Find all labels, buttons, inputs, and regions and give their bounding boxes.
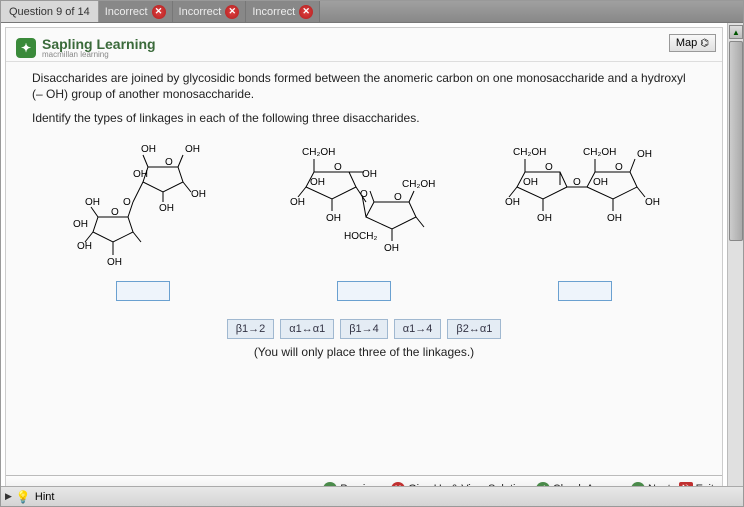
answer-tile[interactable]: β1→2 bbox=[227, 319, 275, 339]
drop-slot-3[interactable] bbox=[558, 281, 612, 301]
app-frame: Question 9 of 14 Incorrect ✕ Incorrect ✕… bbox=[0, 0, 744, 507]
svg-text:OH: OH bbox=[191, 189, 206, 200]
expand-arrow-icon: ▶ bbox=[5, 491, 12, 502]
tiles-note: (You will only place three of the linkag… bbox=[32, 345, 696, 359]
lightbulb-icon: 💡 bbox=[16, 490, 31, 504]
answer-tile[interactable]: β2↔α1 bbox=[447, 319, 501, 339]
svg-text:OH: OH bbox=[326, 213, 341, 224]
x-icon: ✕ bbox=[299, 5, 313, 19]
question-body: Disaccharides are joined by glycosidic b… bbox=[6, 62, 722, 377]
svg-text:O: O bbox=[360, 189, 368, 200]
svg-text:O: O bbox=[111, 207, 119, 218]
attempt-tab-2[interactable]: Incorrect ✕ bbox=[173, 1, 247, 22]
main-area: Map ⌬ ✦ Sapling Learning macmillan learn… bbox=[1, 23, 743, 506]
disaccharide-diagram-1: OH OH O OH OH OH O OH OH OH OH O bbox=[63, 137, 223, 267]
question-counter-label: Question 9 of 14 bbox=[9, 6, 90, 18]
sitemap-icon: ⌬ bbox=[700, 38, 709, 49]
svg-text:CH₂OH: CH₂OH bbox=[302, 147, 335, 158]
hint-label: Hint bbox=[35, 491, 55, 503]
svg-text:OH: OH bbox=[141, 144, 156, 155]
brand-text-block: Sapling Learning macmillan learning bbox=[42, 36, 156, 59]
attempt-label-3: Incorrect bbox=[252, 6, 295, 18]
svg-text:OH: OH bbox=[593, 177, 608, 188]
question-counter-tab[interactable]: Question 9 of 14 bbox=[1, 1, 99, 22]
svg-text:OH: OH bbox=[85, 197, 100, 208]
svg-text:O: O bbox=[573, 177, 581, 188]
svg-text:CH₂OH: CH₂OH bbox=[402, 179, 435, 190]
svg-text:OH: OH bbox=[159, 203, 174, 214]
svg-text:OH: OH bbox=[185, 144, 200, 155]
answer-tile[interactable]: α1↔α1 bbox=[280, 319, 334, 339]
scroll-up-arrow-icon[interactable]: ▲ bbox=[729, 25, 743, 39]
content-pane: Map ⌬ ✦ Sapling Learning macmillan learn… bbox=[5, 27, 723, 502]
hint-bar[interactable]: ▶ 💡 Hint bbox=[1, 486, 743, 506]
svg-text:CH₂OH: CH₂OH bbox=[513, 147, 546, 158]
svg-text:OH: OH bbox=[637, 149, 652, 160]
brand-logo-icon: ✦ bbox=[16, 38, 36, 58]
svg-text:OH: OH bbox=[505, 197, 520, 208]
svg-text:OH: OH bbox=[77, 241, 92, 252]
answer-tiles-row: β1→2 α1↔α1 β1→4 α1→4 β2↔α1 bbox=[32, 319, 696, 339]
drop-target-row bbox=[32, 281, 696, 301]
answer-tile[interactable]: β1→4 bbox=[340, 319, 388, 339]
question-para-2: Identify the types of linkages in each o… bbox=[32, 110, 696, 126]
svg-text:OH: OH bbox=[537, 213, 552, 224]
svg-text:O: O bbox=[545, 162, 553, 173]
x-icon: ✕ bbox=[152, 5, 166, 19]
svg-text:O: O bbox=[615, 162, 623, 173]
drop-slot-2[interactable] bbox=[337, 281, 391, 301]
drop-slot-1[interactable] bbox=[116, 281, 170, 301]
attempt-label-2: Incorrect bbox=[179, 6, 222, 18]
brand-row: ✦ Sapling Learning macmillan learning bbox=[6, 28, 722, 62]
vertical-scrollbar[interactable]: ▲ ▼ bbox=[727, 23, 743, 506]
svg-text:OH: OH bbox=[523, 177, 538, 188]
svg-text:OH: OH bbox=[290, 197, 305, 208]
svg-text:HOCH₂: HOCH₂ bbox=[344, 231, 377, 242]
svg-text:OH: OH bbox=[384, 243, 399, 254]
map-button[interactable]: Map ⌬ bbox=[669, 34, 716, 52]
top-bar: Question 9 of 14 Incorrect ✕ Incorrect ✕… bbox=[1, 1, 743, 23]
svg-text:OH: OH bbox=[607, 213, 622, 224]
disaccharide-diagram-2: CH₂OH O OH OH OH OH CH₂OH O HOCH₂ OH O bbox=[284, 137, 444, 267]
svg-text:CH₂OH: CH₂OH bbox=[583, 147, 616, 158]
attempt-tab-3[interactable]: Incorrect ✕ bbox=[246, 1, 320, 22]
attempt-label-1: Incorrect bbox=[105, 6, 148, 18]
x-icon: ✕ bbox=[225, 5, 239, 19]
svg-text:OH: OH bbox=[133, 169, 148, 180]
svg-text:OH: OH bbox=[107, 257, 122, 267]
answer-tile[interactable]: α1→4 bbox=[394, 319, 442, 339]
svg-text:OH: OH bbox=[362, 169, 377, 180]
question-para-1: Disaccharides are joined by glycosidic b… bbox=[32, 70, 696, 102]
svg-text:OH: OH bbox=[73, 219, 88, 230]
svg-text:O: O bbox=[165, 157, 173, 168]
map-button-label: Map bbox=[676, 37, 697, 49]
svg-text:O: O bbox=[394, 192, 402, 203]
svg-text:O: O bbox=[334, 162, 342, 173]
attempt-tab-1[interactable]: Incorrect ✕ bbox=[99, 1, 173, 22]
disaccharide-diagram-3: CH₂OH CH₂OH O O OH OH OH OH OH OH OH O bbox=[505, 137, 665, 267]
scroll-thumb[interactable] bbox=[729, 41, 743, 241]
diagrams-row: OH OH O OH OH OH O OH OH OH OH O bbox=[32, 137, 696, 267]
svg-text:O: O bbox=[123, 197, 131, 208]
svg-text:OH: OH bbox=[645, 197, 660, 208]
svg-text:OH: OH bbox=[310, 177, 325, 188]
